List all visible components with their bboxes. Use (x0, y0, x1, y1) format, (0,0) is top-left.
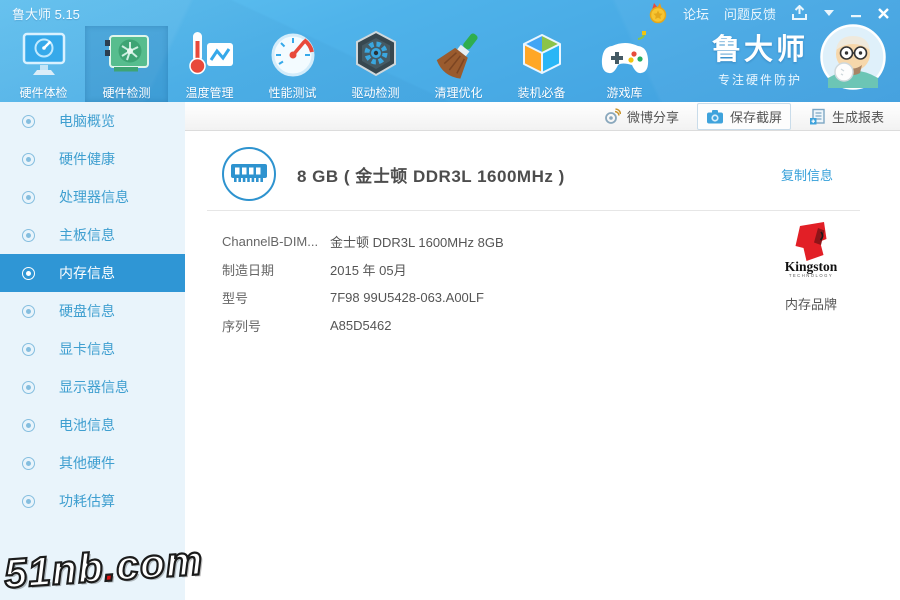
row-label: 型号 (222, 290, 249, 306)
row-label: 制造日期 (222, 262, 275, 278)
app-title: 鲁大师 5.15 (12, 6, 80, 22)
radio-icon (22, 380, 35, 394)
memory-summary: 8 GB ( 金士顿 DDR3L 1600MHz ) (297, 167, 565, 186)
copy-info-link[interactable]: 复制信息 (781, 165, 833, 184)
menu-dropdown-icon[interactable] (823, 9, 835, 17)
radio-icon (22, 456, 35, 470)
tool-hardware-detect[interactable]: 硬件检测 (85, 26, 168, 102)
radio-icon (22, 266, 35, 280)
feedback-link[interactable]: 问题反馈 (724, 4, 776, 23)
radio-icon (22, 342, 35, 356)
sidebar-item-hardware-health[interactable]: 硬件健康 (0, 140, 185, 178)
save-screenshot-button[interactable]: 保存截屏 (696, 102, 791, 130)
radio-icon (22, 152, 35, 166)
forum-link[interactable]: 论坛 (683, 4, 709, 23)
weibo-share-button[interactable]: 微博分享 (596, 104, 687, 129)
sidebar-item-motherboard-info[interactable]: 主板信息 (0, 216, 185, 254)
sidebar-item-computer-overview[interactable]: 电脑概览 (0, 102, 185, 140)
memory-brand-caption: 内存品牌 (784, 297, 837, 312)
sidebar: 电脑概览 硬件健康 处理器信息 主板信息 内存信息 硬盘信息 显卡信息 显示器信… (0, 102, 185, 600)
thermometer-chart-icon (188, 32, 233, 75)
tool-game-library[interactable]: 游戏库 (583, 26, 666, 102)
titlebar-controls: 论坛 问题反馈 (648, 0, 890, 26)
memory-info-panel: 8 GB ( 金士顿 DDR3L 1600MHz ) 复制信息 ChannelB… (185, 131, 900, 600)
radio-icon (22, 304, 35, 318)
tool-cleanup[interactable]: 清理优化 (417, 26, 500, 102)
divider (207, 210, 860, 211)
table-row: 序列号 A85D5462 (222, 311, 504, 339)
weibo-icon (605, 108, 621, 124)
svg-text:TECHNOLOGY: TECHNOLOGY (789, 273, 833, 278)
sidebar-item-other-hardware[interactable]: 其他硬件 (0, 444, 185, 482)
table-row: ChannelB-DIM... 金士顿 DDR3L 1600MHz 8GB (222, 227, 504, 255)
medal-icon[interactable] (648, 2, 668, 24)
sidebar-item-memory-info[interactable]: 内存信息 (0, 254, 185, 292)
table-row: 型号 7F98 99U5428-063.A00LF (222, 283, 504, 311)
sidebar-item-cpu-info[interactable]: 处理器信息 (0, 178, 185, 216)
title-bar: 鲁大师 5.15 论坛 问题反馈 (0, 0, 900, 26)
kingston-logo: Kingston TECHNOLOGY (780, 219, 842, 281)
radio-icon (22, 494, 35, 508)
tool-hardware-checkup[interactable]: 硬件体检 (2, 26, 85, 102)
close-button[interactable] (877, 7, 890, 20)
cleaning-brush-icon (436, 33, 478, 79)
sidebar-item-gpu-info[interactable]: 显卡信息 (0, 330, 185, 368)
memory-brand-panel: Kingston TECHNOLOGY 内存品牌 (780, 219, 842, 313)
brand-area: 鲁大师 专注硬件防护 (712, 24, 886, 90)
ludashi-window: 鲁大师 5.15 论坛 问题反馈 硬件体检 硬件检测 温度管理 性能测试 驱动检… (0, 0, 900, 600)
upgrade-icon[interactable] (791, 5, 808, 21)
generate-report-button[interactable]: 生成报表 (801, 104, 892, 129)
cube-icon (522, 34, 561, 74)
row-value: 金士顿 DDR3L 1600MHz 8GB (330, 234, 504, 250)
gamepad-icon (601, 31, 648, 74)
top-bar: 鲁大师 5.15 论坛 问题反馈 硬件体检 硬件检测 温度管理 性能测试 驱动检… (0, 0, 900, 102)
sidebar-item-power-estimate[interactable]: 功耗估算 (0, 482, 185, 520)
radio-icon (22, 418, 35, 432)
radio-icon (22, 228, 35, 242)
sidebar-item-disk-info[interactable]: 硬盘信息 (0, 292, 185, 330)
mascot-avatar-icon (820, 24, 886, 90)
minimize-button[interactable] (850, 7, 862, 19)
brand-name: 鲁大师 (711, 34, 808, 66)
row-value: 2015 年 05月 (330, 262, 407, 278)
tool-temperature[interactable]: 温度管理 (168, 26, 251, 102)
row-label: 序列号 (222, 318, 262, 334)
report-icon (809, 108, 825, 124)
sidebar-item-display-info[interactable]: 显示器信息 (0, 368, 185, 406)
tool-driver-detect[interactable]: 驱动检测 (334, 26, 417, 102)
monitor-radar-icon (22, 32, 65, 75)
ram-circle (222, 147, 276, 201)
sidebar-item-battery-info[interactable]: 电池信息 (0, 406, 185, 444)
row-value: 7F98 99U5428-063.A00LF (330, 289, 484, 305)
row-label: ChannelB-DIM... (222, 233, 319, 249)
radio-icon (22, 190, 35, 204)
main-toolbar: 硬件体检 硬件检测 温度管理 性能测试 驱动检测 清理优化 装机必备 游戏库 (2, 26, 666, 102)
table-row: 制造日期 2015 年 05月 (222, 255, 504, 283)
radio-icon (22, 114, 35, 128)
ram-stick-icon (231, 164, 267, 182)
brand-slogan: 专注硬件防护 (717, 73, 802, 87)
gauge-icon (271, 33, 314, 77)
tool-pc-builder[interactable]: 装机必备 (500, 26, 583, 102)
memory-detail-table: ChannelB-DIM... 金士顿 DDR3L 1600MHz 8GB 制造… (222, 227, 504, 339)
action-bar: 微博分享 保存截屏 生成报表 (185, 102, 900, 131)
camera-icon (706, 109, 723, 123)
row-value: A85D5462 (330, 317, 392, 333)
svg-text:Kingston: Kingston (785, 259, 838, 274)
gpu-card-icon (104, 35, 149, 72)
driver-gear-icon (355, 30, 396, 77)
tool-benchmark[interactable]: 性能测试 (251, 26, 334, 102)
